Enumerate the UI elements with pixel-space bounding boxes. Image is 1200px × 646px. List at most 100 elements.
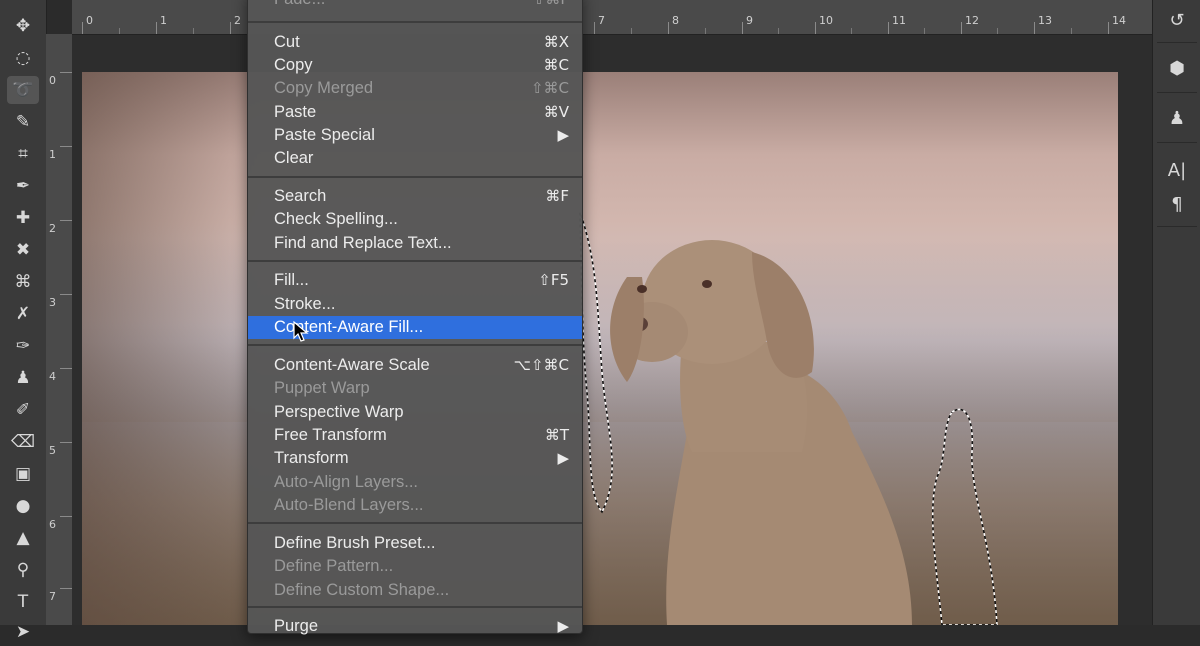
menu-item-label: Puppet Warp (274, 379, 370, 397)
ruler-label: 13 (1038, 14, 1052, 27)
menu-item-label: Paste Special (274, 126, 375, 144)
menu-item-label: Content-Aware Scale (274, 356, 430, 374)
ruler-label: 14 (1112, 14, 1126, 27)
vertical-ruler: 0 1 2 3 4 5 6 7 (46, 34, 73, 625)
menu-item-search[interactable]: Search ⌘F (248, 185, 582, 208)
ruler-label: 3 (49, 296, 56, 309)
ruler-label: 2 (234, 14, 241, 27)
marquee-icon[interactable]: ◌ (7, 44, 39, 72)
clone-stamp-icon[interactable]: ♟ (7, 364, 39, 392)
menu-item-content-aware-scale[interactable]: Content-Aware Scale ⌥⇧⌘C (248, 354, 582, 377)
menu-item-shortcut: ⇧⌘C (530, 79, 569, 97)
blur-icon[interactable]: ● (7, 492, 39, 520)
mouse-cursor-icon (293, 321, 309, 342)
menu-item-copy[interactable]: Copy ⌘C (248, 54, 582, 77)
menu-item-find-replace[interactable]: Find and Replace Text... (248, 232, 582, 255)
history-panel-icon[interactable]: ↺ (1162, 6, 1192, 34)
menu-item-label: Paste (274, 103, 317, 121)
eraser-icon[interactable]: ⌫ (7, 428, 39, 456)
submenu-arrow-icon: ▶ (557, 126, 569, 144)
gradient-icon[interactable]: ▣ (7, 460, 39, 488)
menu-item-label: Perspective Warp (274, 403, 404, 421)
brush-icon[interactable]: ✑ (7, 332, 39, 360)
lasso-icon[interactable]: ➰ (7, 76, 39, 104)
eyedropper-icon[interactable]: ✒ (7, 172, 39, 200)
ruler-label: 0 (86, 14, 93, 27)
menu-item-purge[interactable]: Purge ▶ (248, 615, 582, 638)
ruler-label: 1 (160, 14, 167, 27)
menu-item-auto-blend-layers: Auto-Blend Layers... (248, 494, 582, 517)
3d-panel-icon[interactable]: ⬢ (1162, 54, 1192, 82)
menu-item-puppet-warp: Puppet Warp (248, 377, 582, 400)
horizontal-ruler: 0 1 2 7 8 9 10 11 12 13 14 (72, 0, 1152, 35)
dodge-icon[interactable]: ⚲ (7, 556, 39, 584)
history-brush-icon[interactable]: ✐ (7, 396, 39, 424)
menu-item-label: Define Brush Preset... (274, 534, 436, 552)
ruler-label: 4 (49, 370, 56, 383)
character-panel-icon[interactable]: A| (1162, 156, 1192, 184)
tools-panel: ✥ ◌ ➰ ✎ ⌗ ✒ ✚ ✖ ⌘ ✗ ✑ ♟ ✐ ⌫ ▣ ● ▲ ⚲ T ➤ (0, 0, 47, 642)
menu-item-define-pattern: Define Pattern... (248, 555, 582, 578)
menu-item-label: Purge (274, 617, 319, 635)
menu-item-shortcut: ⌘X (543, 33, 569, 51)
menu-item-label: Auto-Blend Layers... (274, 496, 424, 514)
menu-item-shortcut: ⌘C (543, 56, 569, 74)
ruler-label: 7 (598, 14, 605, 27)
spot-healing-icon[interactable]: ✚ (7, 204, 39, 232)
ruler-label: 6 (49, 518, 56, 531)
menu-item-perspective-warp[interactable]: Perspective Warp (248, 401, 582, 424)
menu-item-label: Copy Merged (274, 79, 374, 97)
menu-item-clear[interactable]: Clear (248, 147, 582, 170)
ruler-label: 12 (965, 14, 979, 27)
menu-item-label: Define Custom Shape... (274, 581, 450, 599)
menu-item-label: Copy (274, 56, 313, 74)
dog-photo (579, 211, 998, 625)
menu-item-shortcut: ⌥⇧⌘C (513, 356, 569, 374)
ruler-label: 10 (819, 14, 833, 27)
menu-item-paste-special[interactable]: Paste Special ▶ (248, 124, 582, 147)
menu-item-shortcut: ⌘F (545, 187, 569, 205)
sharpen-icon[interactable]: ▲ (7, 524, 39, 552)
quick-select-icon[interactable]: ✎ (7, 108, 39, 136)
menu-item-label: Check Spelling... (274, 210, 398, 228)
paragraph-panel-icon[interactable]: ¶ (1162, 190, 1192, 218)
ruler-label: 5 (49, 444, 56, 457)
menu-item-shortcut: ⌘T (544, 426, 569, 444)
type-tool-icon[interactable]: T (7, 588, 39, 616)
move-icon[interactable]: ✥ (7, 12, 39, 40)
menu-item-label: Define Pattern... (274, 557, 394, 575)
menu-item-free-transform[interactable]: Free Transform ⌘T (248, 424, 582, 447)
menu-item-label: Search (274, 187, 327, 205)
menu-item-auto-align-layers: Auto-Align Layers... (248, 471, 582, 494)
menu-item-transform[interactable]: Transform ▶ (248, 447, 582, 470)
crop-icon[interactable]: ⌗ (7, 140, 39, 168)
menu-item-define-custom-shape: Define Custom Shape... (248, 579, 582, 602)
path-select-icon[interactable]: ➤ (7, 618, 39, 646)
menu-item-label: Clear (274, 149, 314, 167)
clone-source-panel-icon[interactable]: ♟ (1162, 104, 1192, 132)
menu-item-label: Auto-Align Layers... (274, 473, 418, 491)
document-image[interactable] (82, 72, 1118, 625)
ruler-label: 8 (672, 14, 679, 27)
content-aware-move-icon[interactable]: ✗ (7, 300, 39, 328)
ruler-label: 7 (49, 590, 56, 603)
menu-item-shortcut: ⌘V (543, 103, 569, 121)
menu-item-define-brush-preset[interactable]: Define Brush Preset... (248, 532, 582, 555)
menu-item-fill[interactable]: Fill... ⇧F5 (248, 269, 582, 292)
submenu-arrow-icon: ▶ (557, 449, 569, 467)
healing-brush-icon[interactable]: ✖ (7, 236, 39, 264)
ruler-label: 11 (892, 14, 906, 27)
menu-item-stroke[interactable]: Stroke... (248, 293, 582, 316)
menu-item-check-spelling[interactable]: Check Spelling... (248, 208, 582, 231)
menu-item-label: Fill... (274, 271, 309, 289)
panel-dock: ↺ ⬢ ♟ A| ¶ (1152, 0, 1200, 625)
menu-item-fade: Fade... ⇧⌘F (248, 0, 582, 11)
menu-item-label: Transform (274, 449, 349, 467)
submenu-arrow-icon: ▶ (557, 617, 569, 635)
menu-item-cut[interactable]: Cut ⌘X (248, 31, 582, 54)
edit-menu: Fade... ⇧⌘F Cut ⌘X Copy ⌘C Copy Merged ⇧… (247, 0, 583, 635)
menu-item-label: Fade... (274, 0, 325, 9)
patch-icon[interactable]: ⌘ (7, 268, 39, 296)
menu-item-paste[interactable]: Paste ⌘V (248, 101, 582, 124)
menu-item-shortcut: ⇧F5 (538, 271, 569, 289)
